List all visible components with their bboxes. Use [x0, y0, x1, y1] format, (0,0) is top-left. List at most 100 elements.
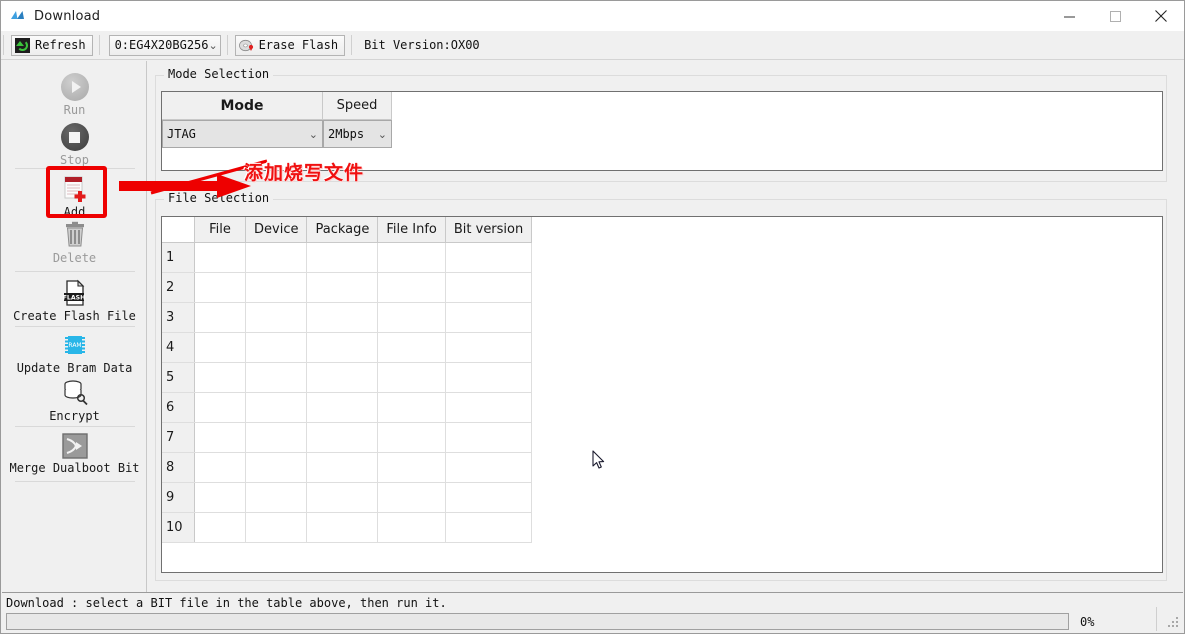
sidebar-divider: [15, 481, 135, 482]
table-cell[interactable]: [445, 272, 533, 303]
column-header-bit-version[interactable]: Bit version: [445, 217, 533, 243]
table-cell[interactable]: [245, 272, 308, 303]
table-row[interactable]: 8: [162, 452, 533, 483]
download-window: Download Refresh 0:EG4X20BG256 ⌄ Erase F…: [0, 0, 1185, 634]
row-number: 9: [162, 482, 195, 513]
column-header-device[interactable]: Device: [245, 217, 308, 243]
row-number: 6: [162, 392, 195, 423]
device-select[interactable]: 0:EG4X20BG256 ⌄: [108, 34, 221, 56]
table-cell[interactable]: [377, 482, 446, 513]
table-cell[interactable]: [245, 482, 308, 513]
table-row[interactable]: 10: [162, 512, 533, 543]
table-cell[interactable]: [445, 332, 533, 363]
table-cell[interactable]: [377, 422, 446, 453]
table-cell[interactable]: [445, 482, 533, 513]
file-table-panel[interactable]: File Device Package File Info Bit versio…: [161, 216, 1163, 573]
table-row[interactable]: 7: [162, 422, 533, 453]
table-cell[interactable]: [245, 242, 308, 273]
table-cell[interactable]: [306, 422, 379, 453]
resize-grip-icon[interactable]: [1168, 617, 1180, 629]
table-cell[interactable]: [445, 242, 533, 273]
table-cell[interactable]: [306, 302, 379, 333]
table-cell[interactable]: [194, 362, 246, 393]
row-number: 8: [162, 452, 195, 483]
mode-selection-group: Mode Selection Mode Speed JTAG ⌄ 2Mbps ⌄: [155, 67, 1167, 182]
table-cell[interactable]: [245, 452, 308, 483]
table-cell[interactable]: [306, 362, 379, 393]
sidebar-item-update-bram-data[interactable]: RAM Update Bram Data: [2, 335, 147, 375]
table-row[interactable]: 6: [162, 392, 533, 423]
sidebar-divider: [15, 271, 135, 272]
table-row[interactable]: 1: [162, 242, 533, 273]
table-cell[interactable]: [245, 332, 308, 363]
table-cell[interactable]: [377, 362, 446, 393]
table-cell[interactable]: [194, 422, 246, 453]
table-cell[interactable]: [306, 272, 379, 303]
table-cell[interactable]: [306, 242, 379, 273]
sidebar-item-stop[interactable]: Stop: [2, 123, 147, 167]
column-header-file[interactable]: File: [194, 217, 246, 243]
maximize-button[interactable]: [1092, 1, 1138, 31]
table-cell[interactable]: [245, 422, 308, 453]
progress-bar: [6, 613, 1069, 630]
table-cell[interactable]: [194, 242, 246, 273]
table-cell[interactable]: [306, 392, 379, 423]
table-cell[interactable]: [194, 392, 246, 423]
speed-select[interactable]: 2Mbps ⌄: [323, 120, 392, 148]
table-cell[interactable]: [306, 512, 379, 543]
minimize-button[interactable]: [1046, 1, 1092, 31]
toolbar-separator: [3, 35, 4, 55]
table-row[interactable]: 2: [162, 272, 533, 303]
close-button[interactable]: [1138, 1, 1184, 31]
table-cell[interactable]: [194, 302, 246, 333]
table-cell[interactable]: [245, 362, 308, 393]
table-cell[interactable]: [377, 332, 446, 363]
sidebar-item-label: Stop: [60, 153, 89, 167]
table-cell[interactable]: [445, 512, 533, 543]
table-cell[interactable]: [194, 272, 246, 303]
table-cell[interactable]: [194, 332, 246, 363]
table-cell[interactable]: [445, 362, 533, 393]
table-cell[interactable]: [245, 512, 308, 543]
table-cell[interactable]: [245, 392, 308, 423]
table-cell[interactable]: [306, 452, 379, 483]
table-cell[interactable]: [377, 242, 446, 273]
table-cell[interactable]: [377, 392, 446, 423]
file-table[interactable]: File Device Package File Info Bit versio…: [162, 217, 533, 543]
sidebar-item-create-flash-file[interactable]: FLASH Create Flash File: [2, 279, 147, 323]
sidebar-item-label: Update Bram Data: [16, 361, 133, 375]
row-number: 3: [162, 302, 195, 333]
progress-percent-label: 0%: [1080, 615, 1095, 629]
chevron-down-icon: ⌄: [208, 38, 218, 52]
table-cell[interactable]: [445, 422, 533, 453]
table-cell[interactable]: [194, 452, 246, 483]
sidebar-item-run[interactable]: Run: [2, 73, 147, 117]
column-header-package[interactable]: Package: [306, 217, 379, 243]
mode-selection-panel: Mode Speed JTAG ⌄ 2Mbps ⌄: [161, 91, 1163, 171]
table-cell[interactable]: [194, 512, 246, 543]
table-cell[interactable]: [377, 512, 446, 543]
table-cell[interactable]: [306, 482, 379, 513]
sidebar-item-delete[interactable]: Delete: [2, 221, 147, 265]
refresh-button[interactable]: Refresh: [11, 34, 93, 56]
table-cell[interactable]: [245, 302, 308, 333]
table-cell[interactable]: [194, 482, 246, 513]
mode-select[interactable]: JTAG ⌄: [162, 120, 323, 148]
sidebar-item-merge-dualboot-bit[interactable]: Merge Dualboot Bit: [2, 433, 147, 475]
erase-flash-button[interactable]: Erase Flash: [234, 34, 346, 56]
table-cell[interactable]: [445, 452, 533, 483]
table-cell[interactable]: [377, 452, 446, 483]
table-cell[interactable]: [306, 332, 379, 363]
table-row[interactable]: 9: [162, 482, 533, 513]
table-cell[interactable]: [377, 272, 446, 303]
sidebar-item-add[interactable]: Add: [2, 173, 147, 219]
table-cell[interactable]: [445, 392, 533, 423]
table-cell[interactable]: [377, 302, 446, 333]
table-row[interactable]: 4: [162, 332, 533, 363]
table-cell[interactable]: [445, 302, 533, 333]
table-row[interactable]: 3: [162, 302, 533, 333]
sidebar-item-encrypt[interactable]: Encrypt: [2, 379, 147, 423]
sidebar-divider: [15, 326, 135, 327]
column-header-file-info[interactable]: File Info: [377, 217, 446, 243]
table-row[interactable]: 5: [162, 362, 533, 393]
